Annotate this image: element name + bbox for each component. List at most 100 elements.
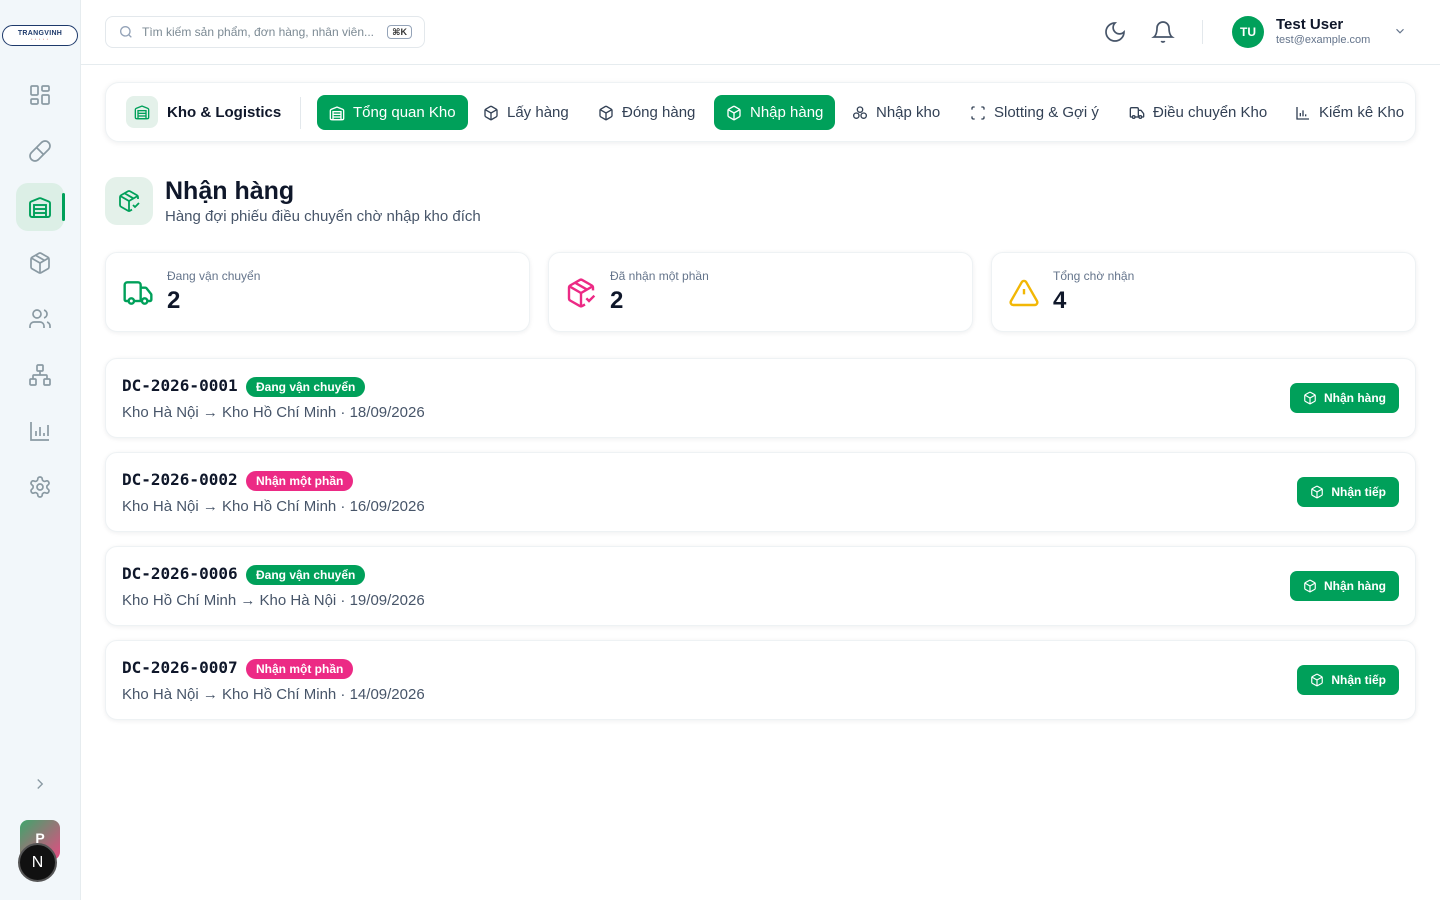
brand-logo[interactable]: TRANGVINH • • • • • (2, 25, 78, 46)
moon-icon (1105, 22, 1125, 42)
transfer-code: DC-2026-0002 (122, 470, 238, 489)
receive-button[interactable]: Nhận hàng (1290, 571, 1399, 601)
package-check-icon (567, 278, 596, 308)
gear-icon (30, 476, 50, 498)
page-subtitle: Hàng đợi phiếu điều chuyển chờ nhập kho … (165, 208, 481, 225)
stat-label: Tổng chờ nhận (1053, 269, 1135, 283)
tab-picking[interactable]: Lấy hàng (471, 95, 581, 130)
warehouse-icon (329, 105, 345, 120)
stat-card-total-pending: Tổng chờ nhận 4 (991, 252, 1416, 332)
search-placeholder: Tìm kiếm sản phẩm, đơn hàng, nhân viên..… (142, 25, 374, 39)
stat-value: 2 (167, 287, 181, 314)
tab-label: Nhập kho (876, 104, 941, 121)
status-badge: Nhận một phần (246, 471, 354, 491)
tab-label: Điều chuyển Kho (1153, 104, 1268, 121)
bell-icon (1151, 21, 1175, 43)
transfer-route: Kho Hà Nội → Kho Hồ Chí Minh · 16/09/202… (122, 498, 425, 515)
box-icon (599, 105, 613, 120)
sidebar-item-settings[interactable] (16, 463, 64, 511)
continue-receive-button[interactable]: Nhận tiếp (1297, 665, 1399, 695)
logo-text: TRANGVINH (17, 30, 63, 37)
chart-icon (1296, 106, 1309, 120)
devtools-badge[interactable]: N (18, 843, 57, 882)
status-badge: Đang vận chuyển (246, 377, 366, 397)
chart-icon (30, 422, 49, 441)
tab-label: Tổng quan Kho (353, 104, 456, 121)
stat-label: Đã nhận một phần (610, 269, 709, 283)
transfer-row: DC-2026-0001 Đang vận chuyển Kho Hà Nội … (105, 358, 1416, 438)
logo-sub: • • • • • (31, 37, 49, 41)
tab-stocktake[interactable]: Kiểm kê Kho (1283, 95, 1416, 130)
sidebar-expand-button[interactable] (28, 772, 52, 796)
box-icon (484, 105, 498, 120)
transfer-route: Kho Hà Nội → Kho Hồ Chí Minh · 18/09/202… (122, 404, 425, 421)
stat-value: 4 (1053, 287, 1067, 314)
transfer-row: DC-2026-0007 Nhận một phần Kho Hà Nội → … (105, 640, 1416, 720)
box-icon (30, 252, 50, 274)
user-menu-toggle[interactable] (1393, 24, 1407, 38)
notifications-button[interactable] (1151, 20, 1175, 44)
tab-divider (300, 97, 301, 129)
page-icon (105, 177, 153, 225)
search-input[interactable]: Tìm kiếm sản phẩm, đơn hàng, nhân viên..… (105, 16, 425, 48)
module-title: Kho & Logistics (126, 96, 281, 128)
tab-label: Đóng hàng (622, 104, 696, 121)
module-icon (126, 96, 158, 128)
grid-icon (30, 85, 50, 105)
chevron-down-icon (1396, 28, 1404, 34)
chevron-right-icon (37, 779, 44, 789)
header-divider (1202, 20, 1203, 44)
transfer-code: DC-2026-0006 (122, 564, 238, 583)
transfer-route: Kho Hồ Chí Minh → Kho Hà Nội · 19/09/202… (122, 592, 425, 609)
button-label: Nhận hàng (1324, 579, 1386, 593)
user-email: test@example.com (1276, 34, 1371, 46)
sidebar-item-products[interactable] (16, 239, 64, 287)
user-avatar[interactable]: TU (1232, 16, 1264, 48)
tab-putaway[interactable]: Nhập kho (840, 95, 952, 130)
warehouse-icon (134, 105, 150, 120)
theme-toggle-button[interactable] (1103, 20, 1127, 44)
tab-label: Lấy hàng (507, 104, 569, 121)
box-icon (1311, 673, 1324, 687)
tab-receiving[interactable]: Nhập hàng (714, 95, 836, 130)
box-icon (1304, 579, 1316, 593)
warehouse-icon (29, 197, 51, 218)
sidebar-item-pharmacy[interactable] (16, 127, 64, 175)
continue-receive-button[interactable]: Nhận tiếp (1297, 477, 1399, 507)
tab-label: Kiểm kê Kho (1319, 104, 1405, 121)
tab-warehouse-overview[interactable]: Tổng quan Kho (317, 95, 468, 130)
tab-label: Nhập hàng (750, 104, 824, 121)
boxes-icon (853, 105, 867, 119)
tab-packing[interactable]: Đóng hàng (586, 95, 707, 130)
sidebar-item-warehouse[interactable] (16, 183, 65, 231)
warning-icon (1009, 279, 1039, 307)
tab-transfers[interactable]: Điều chuyển Kho (1117, 95, 1279, 130)
stat-card-in-transit: Đang vận chuyển 2 (105, 252, 530, 332)
stat-card-partial: Đã nhận một phần 2 (548, 252, 973, 332)
user-name[interactable]: Test User (1276, 16, 1343, 33)
scan-icon (971, 105, 985, 120)
sidebar-item-reports[interactable] (16, 407, 64, 455)
package-check-icon (119, 190, 140, 212)
status-badge: Nhận một phần (246, 659, 354, 679)
top-header: Tìm kiếm sản phẩm, đơn hàng, nhân viên..… (81, 0, 1440, 65)
search-icon (120, 26, 132, 38)
truck-icon (123, 281, 153, 305)
tab-label: Slotting & Gợi ý (994, 104, 1099, 121)
button-label: Nhận tiếp (1331, 485, 1386, 499)
transfer-route: Kho Hà Nội → Kho Hồ Chí Minh · 14/09/202… (122, 686, 425, 703)
transfer-code: DC-2026-0001 (122, 376, 238, 395)
pill-icon (29, 140, 51, 162)
transfer-row: DC-2026-0006 Đang vận chuyển Kho Hồ Chí … (105, 546, 1416, 626)
network-icon (29, 364, 51, 386)
sidebar: TRANGVINH • • • • • P N (0, 0, 81, 900)
stat-label: Đang vận chuyển (167, 269, 261, 283)
receive-button[interactable]: Nhận hàng (1290, 383, 1399, 413)
page-title: Nhận hàng (165, 177, 295, 205)
sidebar-item-users[interactable] (16, 295, 64, 343)
sidebar-item-dashboard[interactable] (16, 71, 64, 119)
tab-slotting[interactable]: Slotting & Gợi ý (958, 95, 1111, 130)
sidebar-item-organization[interactable] (16, 351, 64, 399)
transfer-code: DC-2026-0007 (122, 658, 238, 677)
truck-icon (1129, 106, 1145, 119)
